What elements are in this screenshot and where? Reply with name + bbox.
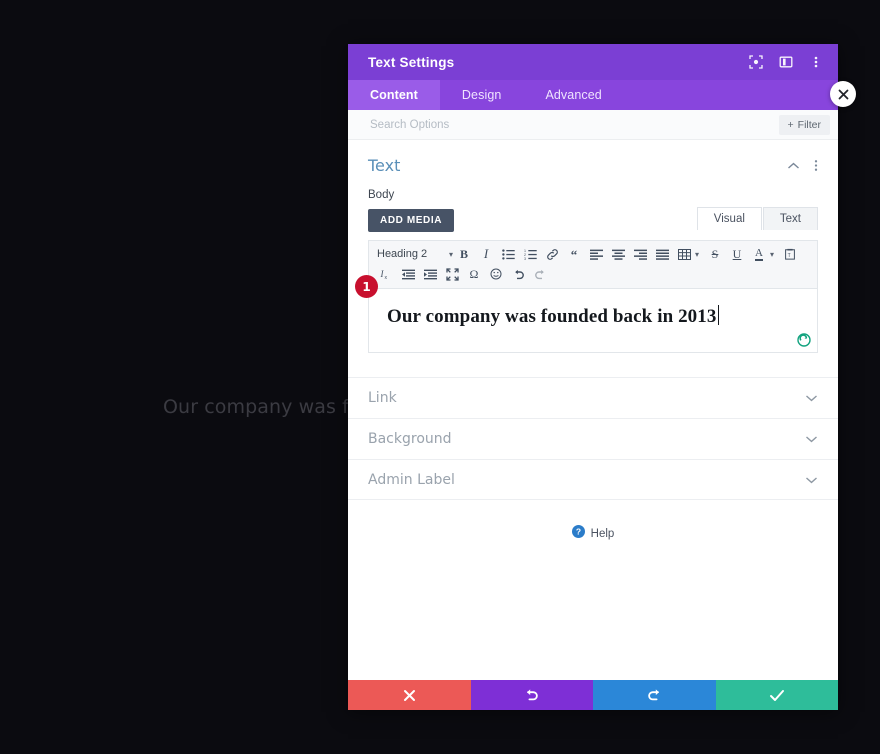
search-input[interactable] [368,117,779,132]
chevron-down-icon [805,476,818,484]
strikethrough-icon[interactable]: S [704,244,726,264]
text-section-title: Text [368,156,401,175]
undo-button[interactable] [470,680,593,710]
fullscreen-expand-icon[interactable] [748,54,764,70]
search-options-row: + Filter [348,110,838,140]
accordion-item-admin-label[interactable]: Admin Label [348,459,838,500]
add-media-button[interactable]: ADD MEDIA [368,209,455,232]
bold-icon[interactable]: B [453,244,475,264]
text-settings-modal: Text Settings Content Design Advanced Se… [348,44,838,710]
modal-header-icons [748,54,824,70]
modal-header: Text Settings [348,44,838,80]
tab-advanced[interactable]: Advanced [523,80,623,110]
text-caret [717,305,719,325]
numbered-list-icon[interactable]: 123 [519,244,541,264]
wysiwyg-editor: ADD MEDIA Visual Text Heading 2 ▾ B I 1 … [355,207,818,353]
accordion-item-link[interactable]: Link [348,377,838,418]
modal-action-bar [348,680,838,710]
table-icon[interactable] [673,244,695,264]
text-color-icon[interactable]: A [748,244,770,264]
modal-title: Text Settings [368,54,455,70]
underline-icon[interactable]: U [726,244,748,264]
blockquote-icon[interactable]: “ [563,244,585,264]
resize-handle-icon[interactable] [796,332,811,347]
toolbar-row-2: Ix Ω [375,264,811,284]
svg-text:3: 3 [524,257,526,260]
text-section: Text Body ADD MEDIA Visual Text Heading … [348,140,838,353]
undo-icon[interactable] [507,264,529,284]
more-options-icon[interactable] [808,54,824,70]
accordion-label-background: Background [368,431,452,447]
tab-content[interactable]: Content [348,80,440,110]
section-more-options-icon[interactable] [814,159,818,172]
filter-button[interactable]: + Filter [778,114,830,135]
modal-tabs: Content Design Advanced [348,80,838,110]
help-label: Help [590,528,615,540]
svg-text:T: T [788,253,791,259]
tab-design[interactable]: Design [440,80,524,110]
settings-accordion: Link Background Admin Label [348,377,838,500]
editor-mode-tabs: Visual Text [696,207,818,230]
step-badge-1: 1 [355,275,378,298]
align-justify-icon[interactable] [651,244,673,264]
tab-visual[interactable]: Visual [696,207,762,230]
outdent-icon[interactable] [397,264,419,284]
align-left-icon[interactable] [585,244,607,264]
indent-icon[interactable] [419,264,441,284]
bulleted-list-icon[interactable] [497,244,519,264]
save-button[interactable] [715,680,838,710]
body-field-label: Body [368,189,395,201]
text-color-chevron-down-icon[interactable]: ▾ [770,250,779,259]
format-select[interactable]: Heading 2 ▾ [375,248,453,260]
cancel-button[interactable] [348,680,471,710]
accordion-item-background[interactable]: Background [348,418,838,459]
close-modal-button[interactable] [830,81,856,107]
redo-icon[interactable] [529,264,551,284]
filter-button-label: Filter [797,118,821,131]
help-question-icon: ? [571,525,585,543]
align-right-icon[interactable] [629,244,651,264]
chevron-down-icon [805,435,818,443]
link-icon[interactable] [541,244,563,264]
align-center-icon[interactable] [607,244,629,264]
svg-text:x: x [384,275,387,280]
fullscreen-icon[interactable] [441,264,463,284]
accordion-label-link: Link [368,390,397,406]
svg-text:?: ? [576,527,581,537]
special-character-icon[interactable]: Ω [463,264,485,284]
split-view-icon[interactable] [778,54,794,70]
redo-button[interactable] [593,680,716,710]
chevron-up-icon[interactable] [787,162,800,170]
accordion-label-admin-label: Admin Label [368,471,455,488]
modal-body: Text Body ADD MEDIA Visual Text Heading … [348,140,838,680]
table-chevron-down-icon[interactable]: ▾ [695,250,704,259]
editor-content-area[interactable]: 1 Our company was founded back in 2013 [355,275,818,353]
tab-text[interactable]: Text [762,207,818,230]
editor-heading-text: Our company was founded back in 2013 [387,306,717,327]
screen: Our company was foun Text Settings Conte… [0,0,880,754]
clear-formatting-icon[interactable]: Ix [375,264,397,284]
chevron-down-icon [805,394,818,402]
text-section-header: Text [368,156,818,175]
paste-as-text-icon[interactable]: T [779,244,801,264]
italic-icon[interactable]: I [475,244,497,264]
toolbar-row-1: Heading 2 ▾ B I 123 “ ▾ S U A ▾ T [375,244,811,264]
plus-icon: + [787,118,794,131]
format-select-value: Heading 2 [377,248,428,260]
emoji-icon[interactable] [485,264,507,284]
editor-toolbar: Heading 2 ▾ B I 123 “ ▾ S U A ▾ T I x Ω [368,240,818,289]
help-link[interactable]: ? Help [348,525,838,543]
